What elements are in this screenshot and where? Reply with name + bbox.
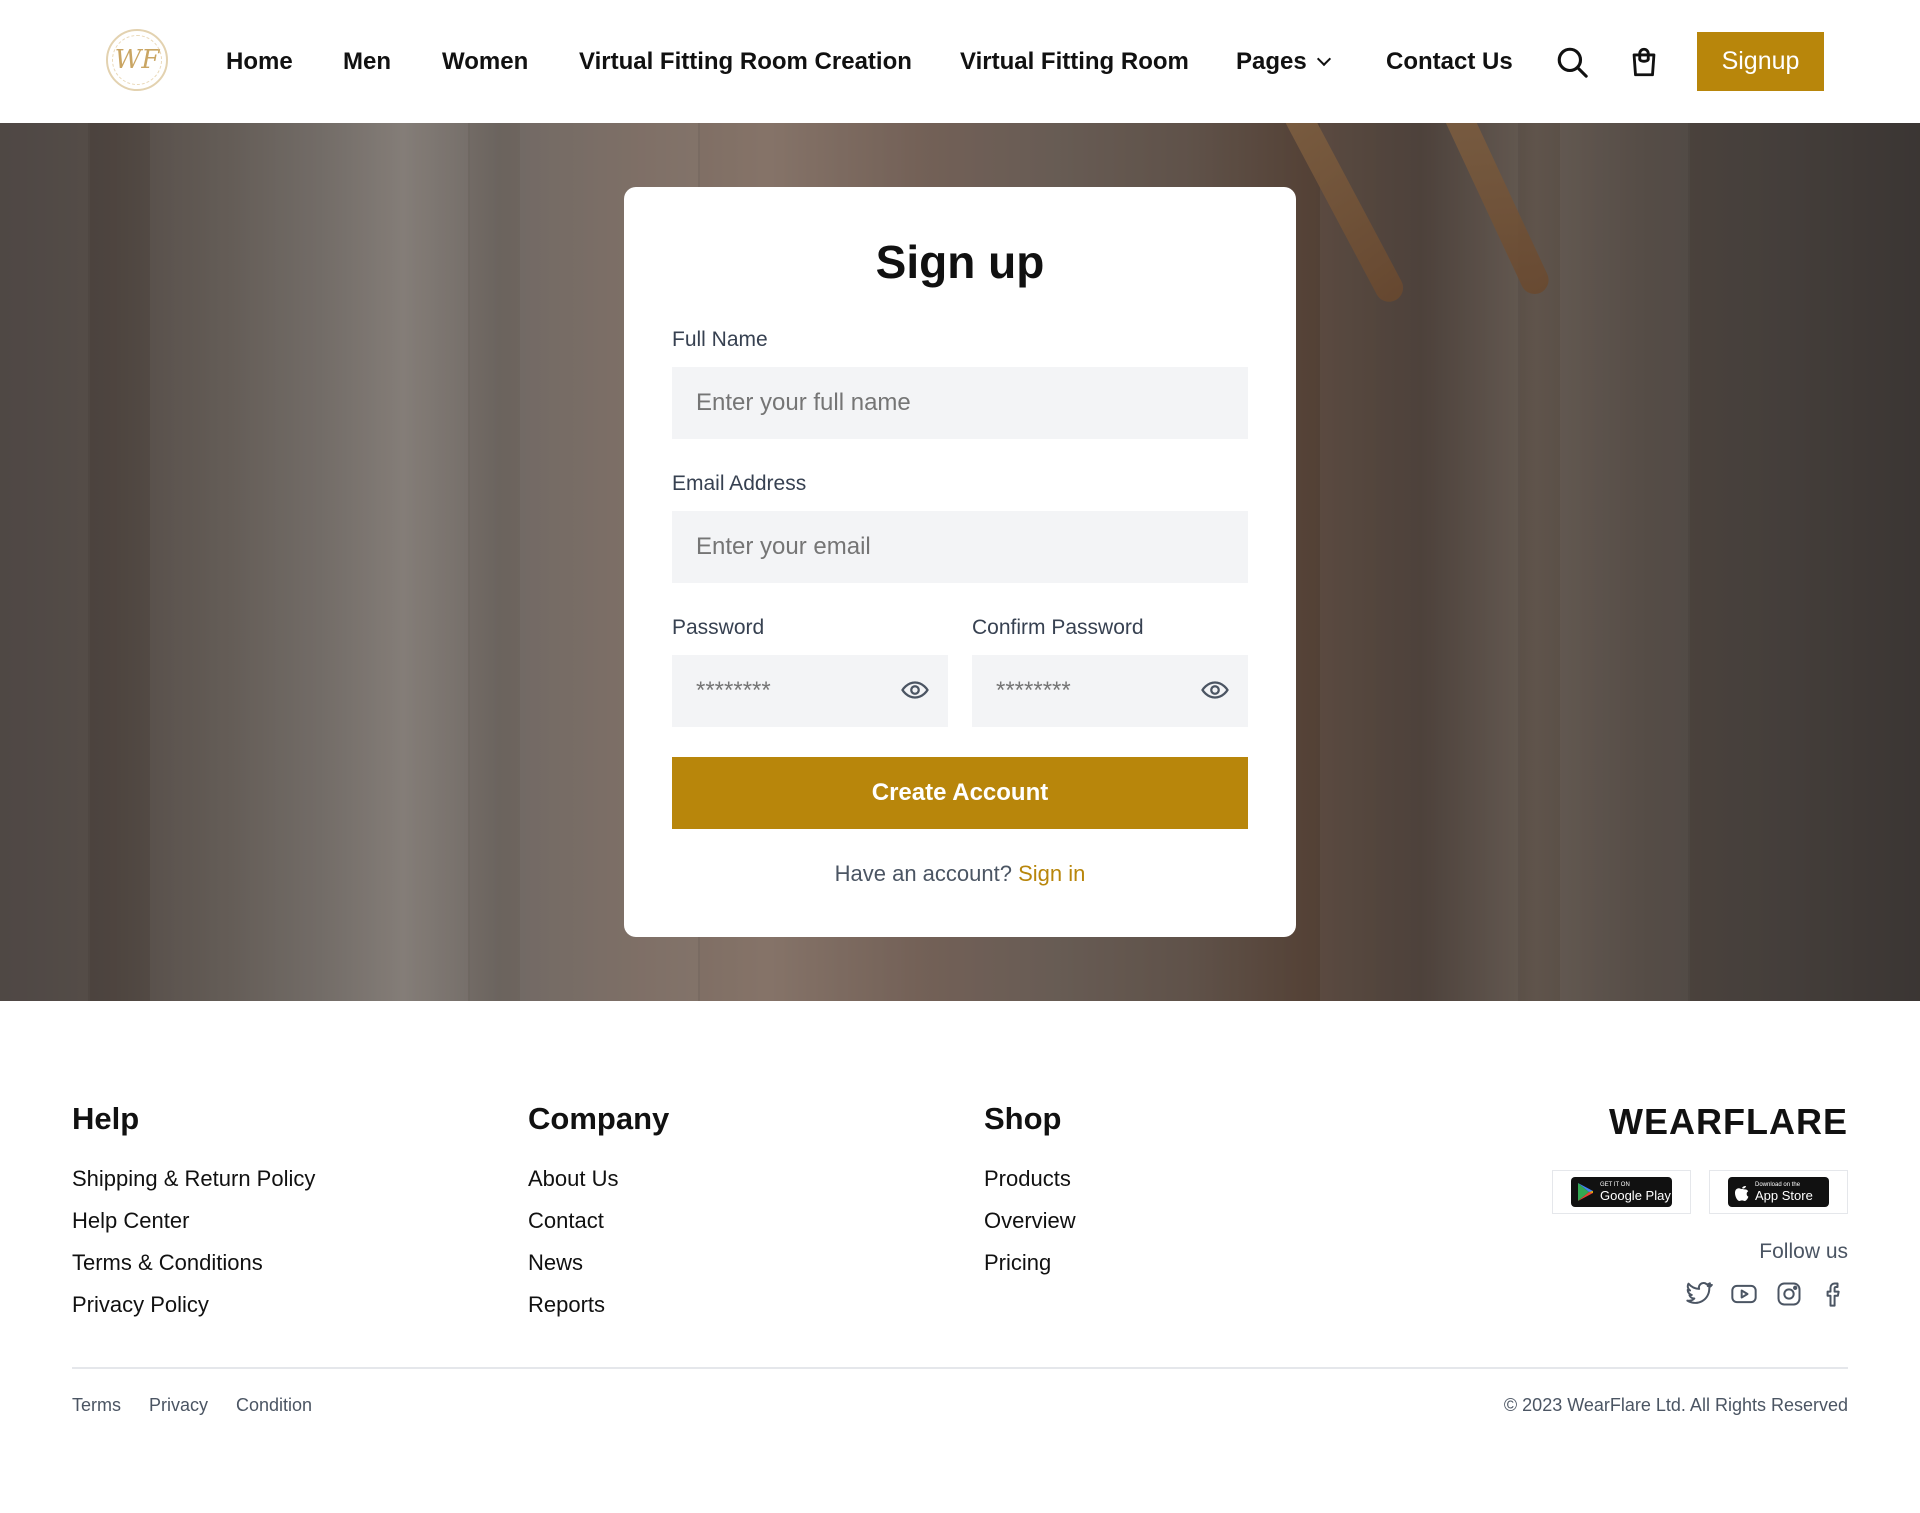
- confirm-password-label: Confirm Password: [972, 616, 1144, 639]
- footer-link-news[interactable]: News: [528, 1250, 583, 1276]
- nav-men[interactable]: Men: [343, 47, 391, 77]
- footer-divider: [72, 1367, 1848, 1369]
- footer-help-heading: Help: [72, 1101, 140, 1136]
- google-play-text: GET IT ON Google Play: [1600, 1182, 1671, 1203]
- search-icon[interactable]: [1552, 42, 1592, 82]
- brand-logo[interactable]: WF: [106, 29, 168, 91]
- footer-link-terms-conditions[interactable]: Terms & Conditions: [72, 1250, 263, 1276]
- youtube-icon[interactable]: [1730, 1280, 1758, 1308]
- google-play-icon: [1578, 1183, 1593, 1201]
- footer-link-about-us[interactable]: About Us: [528, 1166, 619, 1192]
- bottom-link-condition[interactable]: Condition: [236, 1395, 312, 1416]
- google-play-big-text: Google Play: [1600, 1187, 1671, 1203]
- chevron-down-icon: [1316, 51, 1331, 67]
- app-store-badge[interactable]: Download on the App Store: [1709, 1170, 1848, 1214]
- eye-icon[interactable]: [900, 675, 930, 705]
- footer-link-contact[interactable]: Contact: [528, 1208, 604, 1234]
- footer-link-products[interactable]: Products: [984, 1166, 1071, 1192]
- email-label: Email Address: [672, 472, 807, 495]
- facebook-icon[interactable]: [1820, 1280, 1848, 1308]
- footer-company-heading: Company: [528, 1101, 670, 1136]
- create-account-button[interactable]: Create Account: [672, 757, 1248, 829]
- bottom-link-terms[interactable]: Terms: [72, 1395, 121, 1416]
- logo-monogram: WF: [114, 45, 160, 75]
- full-name-label: Full Name: [672, 328, 768, 351]
- shopping-bag-icon[interactable]: [1624, 42, 1664, 82]
- app-store-badge-inner: Download on the App Store: [1728, 1177, 1829, 1207]
- footer-link-overview[interactable]: Overview: [984, 1208, 1076, 1234]
- footer-brand: WEARFLARE: [1609, 1101, 1848, 1142]
- site-header: WF Home Men Women Virtual Fitting Room C…: [0, 0, 1920, 123]
- signup-title: Sign up: [875, 236, 1045, 288]
- nav-home[interactable]: Home: [226, 47, 293, 77]
- password-label: Password: [672, 616, 765, 639]
- follow-us-label: Follow us: [1759, 1240, 1848, 1263]
- nav-women[interactable]: Women: [442, 47, 528, 77]
- have-account-text: Have an account?: [834, 861, 1012, 886]
- have-account-line: Have an account? Sign in: [624, 861, 1296, 887]
- nav-pages-label: Pages: [1236, 48, 1307, 75]
- signup-button[interactable]: Signup: [1697, 32, 1824, 91]
- full-name-input[interactable]: [672, 367, 1248, 439]
- google-play-badge-inner: GET IT ON Google Play: [1571, 1177, 1672, 1207]
- signup-card: Sign up Full Name Email Address Password…: [624, 187, 1296, 937]
- footer-link-help-center[interactable]: Help Center: [72, 1208, 189, 1234]
- hero-background: Sign up Full Name Email Address Password…: [0, 123, 1920, 1001]
- apple-icon: [1735, 1185, 1749, 1201]
- sign-in-link[interactable]: Sign in: [1018, 861, 1085, 886]
- footer-shop-heading: Shop: [984, 1101, 1062, 1136]
- instagram-icon[interactable]: [1775, 1280, 1803, 1308]
- twitter-icon[interactable]: [1685, 1280, 1713, 1308]
- nav-contact-us[interactable]: Contact Us: [1386, 47, 1513, 77]
- bottom-link-privacy[interactable]: Privacy: [149, 1395, 208, 1416]
- google-play-badge[interactable]: GET IT ON Google Play: [1552, 1170, 1691, 1214]
- app-store-text: Download on the App Store: [1755, 1182, 1813, 1203]
- nav-pages-dropdown[interactable]: Pages: [1236, 47, 1331, 77]
- nav-virtual-fitting-room-creation[interactable]: Virtual Fitting Room Creation: [579, 47, 912, 77]
- copyright-text: © 2023 WearFlare Ltd. All Rights Reserve…: [1503, 1395, 1848, 1415]
- footer-link-pricing[interactable]: Pricing: [984, 1250, 1051, 1276]
- footer-link-shipping-return[interactable]: Shipping & Return Policy: [72, 1166, 315, 1192]
- email-input[interactable]: [672, 511, 1248, 583]
- footer-link-reports[interactable]: Reports: [528, 1292, 605, 1318]
- eye-icon[interactable]: [1200, 675, 1230, 705]
- nav-virtual-fitting-room[interactable]: Virtual Fitting Room: [960, 47, 1189, 77]
- footer-link-privacy-policy[interactable]: Privacy Policy: [72, 1292, 209, 1318]
- app-store-big-text: App Store: [1755, 1187, 1813, 1203]
